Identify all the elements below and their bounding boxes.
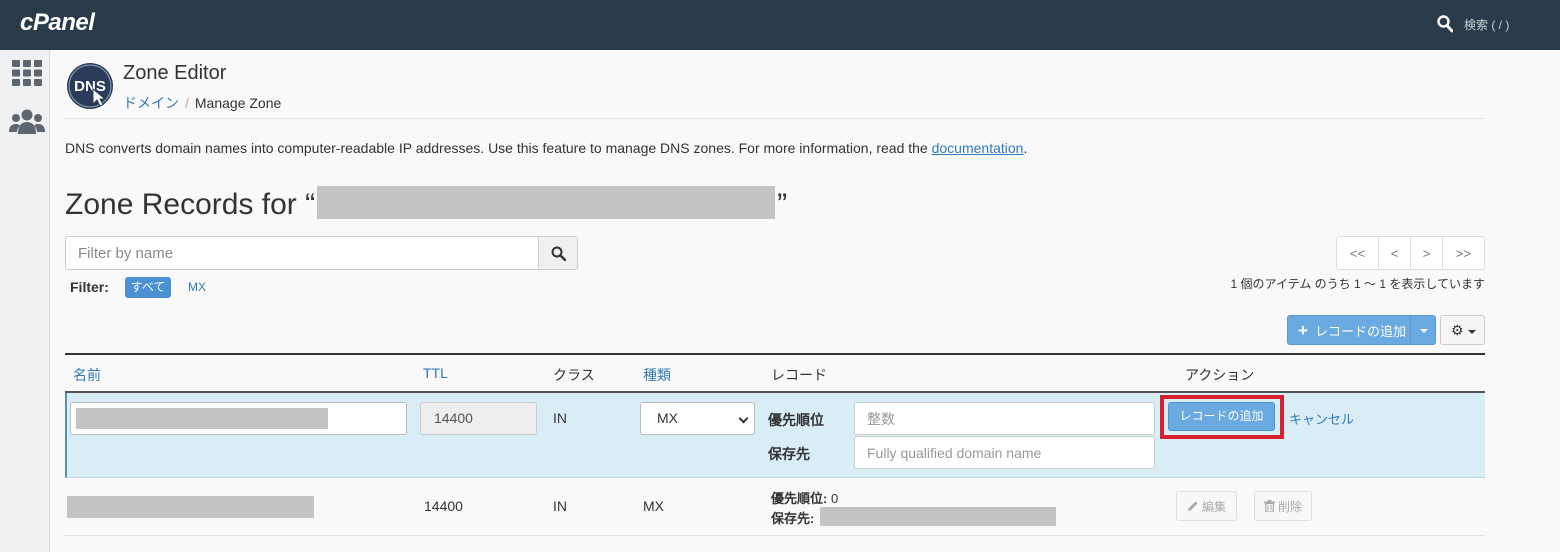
priority-label: 優先順位 xyxy=(768,412,824,428)
plus-icon: + xyxy=(1298,320,1308,340)
settings-button[interactable]: ⚙ xyxy=(1440,315,1485,345)
dns-icon: DNS xyxy=(67,63,113,109)
column-header-ttl[interactable]: TTL xyxy=(423,365,448,381)
column-header-name[interactable]: 名前 xyxy=(73,365,101,385)
record-class-value: IN xyxy=(553,410,567,426)
page-last-button[interactable]: >> xyxy=(1442,237,1484,269)
row-type: MX xyxy=(643,498,664,514)
search-icon[interactable] xyxy=(1437,15,1453,33)
filter-search-button[interactable] xyxy=(538,236,578,270)
record-ttl-input: 14400 xyxy=(420,402,537,435)
delete-label: 削除 xyxy=(1277,499,1302,514)
dns-icon-text: DNS xyxy=(74,78,106,95)
pagination-info: 1 個のアイテム のうち 1 ～ 1 を表示しています xyxy=(1230,277,1485,291)
priority-input[interactable] xyxy=(854,402,1155,435)
description-suffix: . xyxy=(1023,140,1028,156)
documentation-link[interactable]: documentation xyxy=(932,140,1024,156)
row-class: IN xyxy=(553,498,567,514)
filter-label: Filter: xyxy=(70,279,109,295)
record-name-input[interactable] xyxy=(70,402,407,435)
row-priority: 優先順位: 0 xyxy=(771,488,838,507)
page-title: Zone Editor xyxy=(123,62,227,84)
column-header-class: クラス xyxy=(553,367,595,383)
header-divider xyxy=(65,118,1485,119)
zone-title-prefix: Zone Records for “ xyxy=(65,188,316,221)
column-header-type[interactable]: 種類 xyxy=(643,365,671,385)
redacted-name xyxy=(76,408,328,429)
top-navigation-bar: cPanel 検索 ( / ) xyxy=(0,0,1560,50)
record-type-selected: MX xyxy=(657,410,678,426)
page-first-button[interactable]: << xyxy=(1337,237,1378,269)
edit-label: 編集 xyxy=(1201,499,1226,514)
breadcrumb-separator: / xyxy=(185,95,189,111)
column-header-record: レコード xyxy=(771,367,827,383)
redacted-record-name xyxy=(67,496,314,518)
trash-icon xyxy=(1263,500,1275,512)
filter-mx-chip[interactable]: MX xyxy=(188,280,206,294)
chevron-down-icon xyxy=(1468,330,1476,334)
table-top-border xyxy=(65,353,1485,355)
delete-button[interactable]: 削除 xyxy=(1254,491,1312,521)
cancel-link[interactable]: キャンセル xyxy=(1289,409,1354,428)
page-next-button[interactable]: > xyxy=(1410,237,1442,269)
row-priority-label: 優先順位: xyxy=(771,491,828,506)
chevron-down-icon xyxy=(738,413,749,424)
breadcrumb-current: Manage Zone xyxy=(194,95,282,111)
record-type-select[interactable]: MX xyxy=(640,402,755,435)
pagination: << < > >> xyxy=(1336,236,1485,270)
row-destination-label: 保存先: xyxy=(771,511,815,526)
grid-icon[interactable] xyxy=(12,60,42,86)
row-ttl: 14400 xyxy=(424,498,463,514)
cpanel-logo[interactable]: cPanel xyxy=(20,9,95,37)
breadcrumb-domains-link[interactable]: ドメイン xyxy=(123,95,179,111)
filter-all-chip[interactable]: すべて xyxy=(125,277,171,298)
add-record-button[interactable]: + レコードの追加 xyxy=(1287,315,1411,345)
search-icon xyxy=(551,246,566,261)
redacted-destination xyxy=(820,507,1056,526)
breadcrumb: ドメイン / Manage Zone xyxy=(123,93,281,113)
gear-icon: ⚙ xyxy=(1451,322,1464,338)
edit-button[interactable]: 編集 xyxy=(1176,491,1237,521)
zone-records-heading: Zone Records for “ ” xyxy=(65,186,787,222)
column-header-action: アクション xyxy=(1185,367,1255,383)
destination-input[interactable] xyxy=(854,436,1155,469)
redacted-domain xyxy=(317,186,776,219)
zone-title-suffix: ” xyxy=(777,188,788,221)
search-shortcut-label[interactable]: 検索 ( / ) xyxy=(1464,16,1509,33)
page-prev-button[interactable]: < xyxy=(1378,237,1410,269)
pencil-icon xyxy=(1187,501,1198,511)
destination-label: 保存先 xyxy=(768,446,810,462)
row-priority-value: 0 xyxy=(830,491,839,506)
row-destination: 保存先: xyxy=(771,508,814,527)
save-record-button[interactable]: レコードの追加 xyxy=(1168,402,1275,431)
page-description: DNS converts domain names into computer-… xyxy=(65,140,1027,156)
users-icon[interactable] xyxy=(9,108,45,136)
add-record-dropdown-toggle[interactable] xyxy=(1410,315,1436,345)
description-text: DNS converts domain names into computer-… xyxy=(65,140,932,156)
add-record-label: レコードの追加 xyxy=(1314,323,1406,339)
filter-by-name-input[interactable] xyxy=(65,236,539,270)
